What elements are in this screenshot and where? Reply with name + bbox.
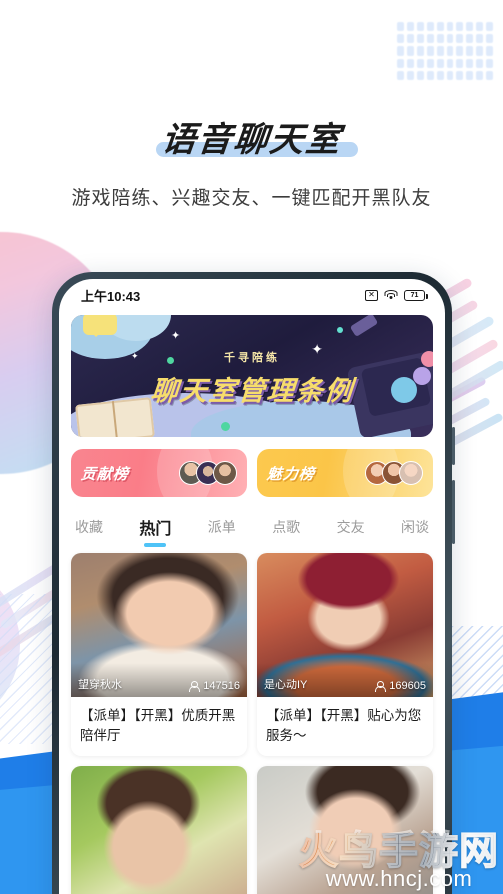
tab-label: 交友 [336,519,365,535]
watermark-logo: 火鸟手游网 [298,829,499,873]
room-card[interactable]: 是心动IY 169605 【派单】【开黑】贴心为您服务～ [257,553,433,757]
room-cover-image [71,766,247,894]
room-meta: 望穿秋水 147516 [71,663,247,697]
room-cover-image: 是心动IY 169605 [257,553,433,697]
app-content: ✦ ✦ ✦ 千寻陪练 聊天室管理条例 贡献榜 魅力榜 收藏 热门 派单 点歌 交… [59,311,445,894]
room-meta: 是心动IY 169605 [257,663,433,697]
phone-power-button[interactable] [452,480,455,544]
tab-dispatch[interactable]: 派单 [208,513,236,545]
banner-subtitle: 千寻陪练 [224,351,280,364]
page-title: 语音聊天室 [159,120,344,160]
category-tabs: 收藏 热门 派单 点歌 交友 闲谈 [71,511,433,547]
room-listener-count: 169605 [375,680,426,692]
phone-mockup: 上午10:43 ✕ 71 ✦ ✦ ✦ 千寻陪练 聊天室管理条例 贡献榜 魅力榜 … [52,272,455,894]
tab-active-indicator [144,543,167,547]
tab-label: 点歌 [272,519,301,535]
status-bar-indicators: ✕ 71 [365,289,428,301]
page-subtitle: 游戏陪练、兴趣交友、一键匹配开黑队友 [71,188,432,209]
users-icon [375,680,387,692]
tab-label: 派单 [207,519,236,535]
room-listener-count: 147516 [189,680,240,692]
page-header: 语音聊天室 游戏陪练、兴趣交友、一键匹配开黑队友 [0,0,503,210]
tab-label: 热门 [139,521,172,538]
site-watermark: 火鸟手游网 www.hncj.com [298,829,499,892]
rank-card-label: 贡献榜 [80,465,130,483]
rank-card-charm[interactable]: 魅力榜 [257,449,433,497]
room-host-name: 望穿秋水 [78,679,122,691]
wifi-icon [384,289,398,301]
banner-text-block: 千寻陪练 聊天室管理条例 [71,315,433,437]
tab-label: 收藏 [75,519,103,535]
rank-card-label: 魅力榜 [266,465,316,483]
phone-screen: 上午10:43 ✕ 71 ✦ ✦ ✦ 千寻陪练 聊天室管理条例 贡献榜 魅力榜 … [59,279,445,894]
room-title: 【派单】【开黑】贴心为您服务～ [266,708,422,743]
status-bar-time: 上午10:43 [81,288,141,304]
title-wrapper: 语音聊天室 [155,112,358,161]
tab-label: 闲谈 [400,519,429,535]
promo-banner[interactable]: ✦ ✦ ✦ 千寻陪练 聊天室管理条例 [71,315,433,437]
avatar [213,461,237,485]
status-bar: 上午10:43 ✕ 71 [59,279,445,311]
tab-hot[interactable]: 热门 [139,511,171,547]
signal-x-icon: ✕ [365,289,378,301]
room-count-value: 169605 [389,680,426,692]
rank-avatars-group [365,461,423,485]
tab-favorites[interactable]: 收藏 [75,513,103,545]
battery-icon: 71 [404,289,428,301]
banner-title: 聊天室管理条例 [148,375,355,406]
tab-make-friends[interactable]: 交友 [337,513,365,545]
room-card[interactable]: 望穿秋水 147516 【派单】【开黑】优质开黑陪伴厅 [71,553,247,757]
room-card[interactable] [71,766,247,894]
tab-song-request[interactable]: 点歌 [272,513,300,545]
room-title: 【派单】【开黑】优质开黑陪伴厅 [80,708,236,743]
phone-volume-button[interactable] [452,427,455,465]
tab-chat[interactable]: 闲谈 [401,513,429,545]
room-host-name: 是心动IY [264,679,308,691]
users-icon [189,680,201,692]
avatar [399,461,423,485]
rank-avatars-group [179,461,237,485]
room-cover-image: 望穿秋水 147516 [71,553,247,697]
room-count-value: 147516 [203,680,240,692]
rank-card-contribution[interactable]: 贡献榜 [71,449,247,497]
rank-cards-row: 贡献榜 魅力榜 [71,449,433,497]
